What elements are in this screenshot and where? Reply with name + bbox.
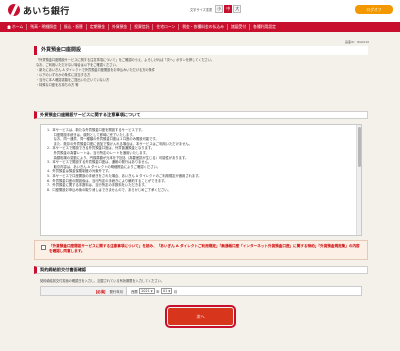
font-size-large-button[interactable]: 大 xyxy=(233,5,242,13)
agree-label[interactable]: 「外貨預金口座開設サービスに関する注意事項について」を読み、「あいぎん A ダイ… xyxy=(49,244,361,254)
agree-checkbox[interactable] xyxy=(41,245,46,250)
month-select[interactable]: 01 ▼ xyxy=(161,288,173,294)
nav-item-transfer[interactable]: 振込・振替 xyxy=(61,24,87,30)
font-size-label: 文字サイズ変更 xyxy=(190,7,213,12)
terms-section-title: 外貨預金口座開設サービスに関する注意事項について xyxy=(34,111,368,119)
nav-item-housing-loan[interactable]: 住宅ローン xyxy=(153,24,180,30)
required-badge: 【必須】 xyxy=(93,289,108,294)
nav-item-home[interactable]: ホーム xyxy=(4,24,28,30)
bank-name: あいち銀行 xyxy=(23,6,70,17)
year-unit: 年 xyxy=(156,289,160,294)
terms-content: 1．本サービスは、新たな外貨預金口座を開設するサービスです。 口座開設手続きは、… xyxy=(41,125,351,192)
logo-icon xyxy=(8,4,20,16)
nav-item-payments[interactable]: 税金・各種料金の払込み xyxy=(179,24,228,30)
home-icon xyxy=(7,25,11,29)
year-select[interactable]: 2021 ▼ xyxy=(139,288,155,294)
nav-item-label: ホーム xyxy=(12,24,24,29)
screen-id: 画面ID：BGK010 xyxy=(345,40,370,44)
nav-item-time-deposit[interactable]: 定期預金 xyxy=(87,24,110,30)
era-label: 西暦 xyxy=(131,289,138,294)
next-button[interactable]: 次へ xyxy=(165,305,236,328)
issue-date-label: 発行年月 xyxy=(109,289,123,294)
page-title: 外貨預金口座開設 xyxy=(34,46,368,55)
terms-scrollbar-thumb[interactable] xyxy=(358,127,361,167)
nav-item-applications[interactable]: 諸届受付 xyxy=(228,24,251,30)
nav-item-foreign-deposit[interactable]: 外貨預金 xyxy=(109,24,132,30)
issue-date-row: 【必須】 発行年月 西暦 2021 ▼ 年 01 ▼ 月 xyxy=(40,286,362,296)
terms-line: 8．口座開設お申込み後の取り消しはできませんので、あらかじめご了承ください。 xyxy=(47,187,171,192)
month-select-value: 01 xyxy=(163,289,168,293)
issue-date-fields: 西暦 2021 ▼ 年 01 ▼ 月 xyxy=(127,288,177,294)
font-size-medium-button[interactable]: 中 xyxy=(224,5,233,13)
nav-item-balance[interactable]: 残高・明細照会 xyxy=(27,24,61,30)
nav-item-investment-trust[interactable]: 投資信託 xyxy=(131,24,154,30)
confirm-section-title: 契約締結前交付書面確認 xyxy=(34,266,368,274)
terms-scrollbar[interactable] xyxy=(356,125,361,235)
font-size-switcher: 文字サイズ変更 小 中 大 xyxy=(190,5,242,13)
year-select-value: 2021 xyxy=(141,289,150,293)
chevron-down-icon: ▼ xyxy=(150,289,153,293)
terms-scroll-box[interactable]: 1．本サービスは、新たな外貨預金口座を開設するサービスです。 口座開設手続きは、… xyxy=(40,124,362,236)
intro-text: 「外貨預金口座開設サービスに関する注意事項について」をご確認のうえ、よろしければ… xyxy=(36,58,366,88)
confirm-note: 契約締結前交付書面の確認日を入力し、記載されている有効期限を入力してください。 xyxy=(40,279,165,283)
month-unit: 月 xyxy=(173,289,178,294)
nav-item-settings[interactable]: 各種利用設定 xyxy=(250,24,279,30)
agree-box: 「外貨預金口座開設サービスに関する注意事項について」を読み、「あいぎん A ダイ… xyxy=(34,240,368,260)
logout-button[interactable]: ログオフ xyxy=(355,5,393,14)
confirm-area: 契約締結前交付書面の確認日を入力し、記載されている有効期限を入力してください。 … xyxy=(40,278,362,298)
bank-logo[interactable]: あいち銀行 xyxy=(8,3,70,17)
font-size-small-button[interactable]: 小 xyxy=(215,5,224,13)
issue-date-label-cell: 【必須】 発行年月 xyxy=(41,287,127,295)
header: あいち銀行 文字サイズ変更 小 中 大 ログオフ xyxy=(0,0,400,22)
intro-line: ・特殊な口座をお持ちの方 等 xyxy=(36,83,79,87)
main-nav: ホーム 残高・明細照会 振込・振替 定期預金 外貨預金 投資信託 住宅ローン 税… xyxy=(0,22,400,32)
chevron-down-icon: ▼ xyxy=(168,289,171,293)
